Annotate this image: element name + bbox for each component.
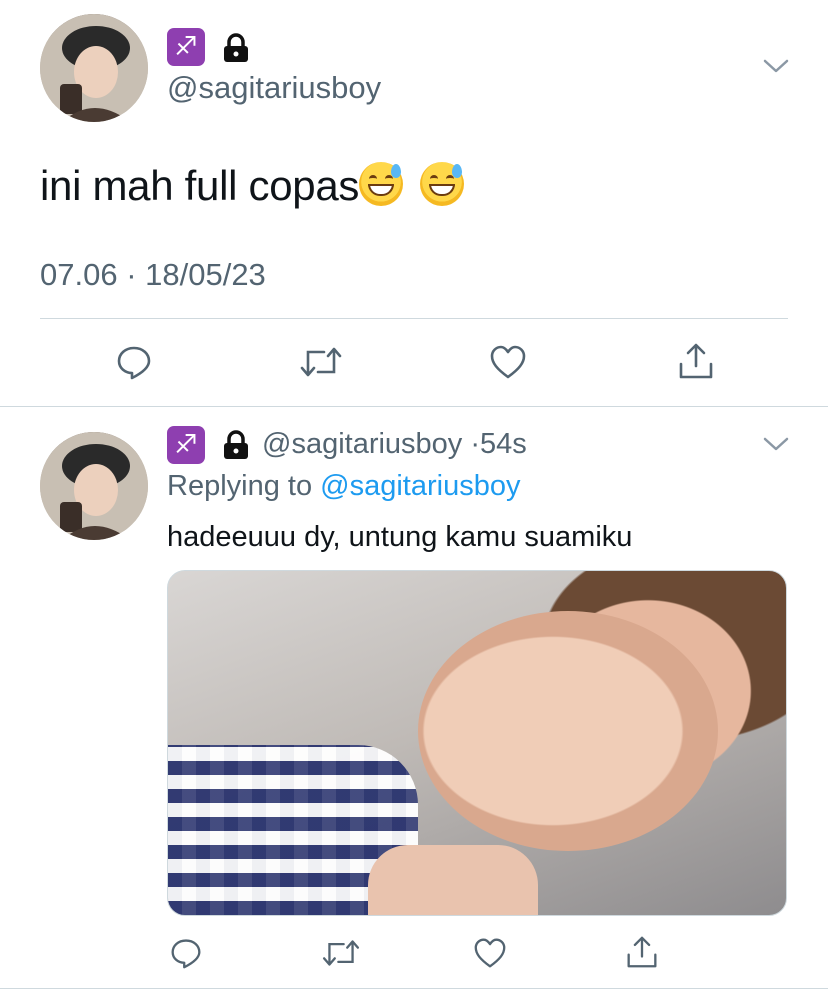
tweet-text: hadeeuuu dy, untung kamu suamiku [167, 521, 633, 553]
section-divider [0, 406, 828, 407]
tweet-age[interactable]: 54s [480, 428, 527, 460]
lock-icon [222, 33, 250, 63]
chevron-down-icon[interactable] [763, 58, 789, 74]
author-handle[interactable]: @sagitariusboy [167, 70, 381, 106]
grinning-sweat-emoji [420, 162, 465, 206]
heart-icon[interactable] [473, 937, 507, 969]
timestamp[interactable]: 07.06 · 18/05/23 [40, 257, 266, 293]
share-icon[interactable] [626, 935, 658, 969]
author-handle[interactable]: @sagitariusboy [262, 428, 462, 460]
reply-header: @sagitariusboy ·54s [262, 428, 527, 461]
share-icon[interactable] [678, 342, 714, 380]
replying-to: Replying to @sagitariusboy [167, 470, 520, 503]
zodiac-badge: ♐ [167, 28, 205, 66]
lock-icon [222, 430, 250, 460]
photo-subject [418, 611, 718, 851]
photo-hand [368, 845, 538, 915]
replying-to-handle[interactable]: @sagitariusboy [320, 470, 520, 502]
bottom-divider [0, 988, 828, 989]
separator-dot: · [470, 428, 481, 460]
tweet-photo[interactable] [167, 570, 787, 916]
heart-icon[interactable] [489, 344, 527, 380]
retweet-icon[interactable] [322, 937, 360, 969]
tweet-body: ini mah full copas [40, 162, 360, 209]
reply-icon[interactable] [116, 344, 152, 380]
divider [40, 318, 788, 319]
replying-to-label: Replying to [167, 470, 313, 502]
avatar[interactable] [40, 14, 148, 122]
retweet-icon[interactable] [300, 344, 342, 380]
reply-icon[interactable] [170, 937, 202, 969]
grinning-sweat-emoji [359, 162, 404, 206]
tweet-text: ini mah full copas [40, 162, 465, 210]
avatar[interactable] [40, 432, 148, 540]
chevron-down-icon[interactable] [763, 436, 789, 452]
zodiac-badge: ♐ [167, 426, 205, 464]
